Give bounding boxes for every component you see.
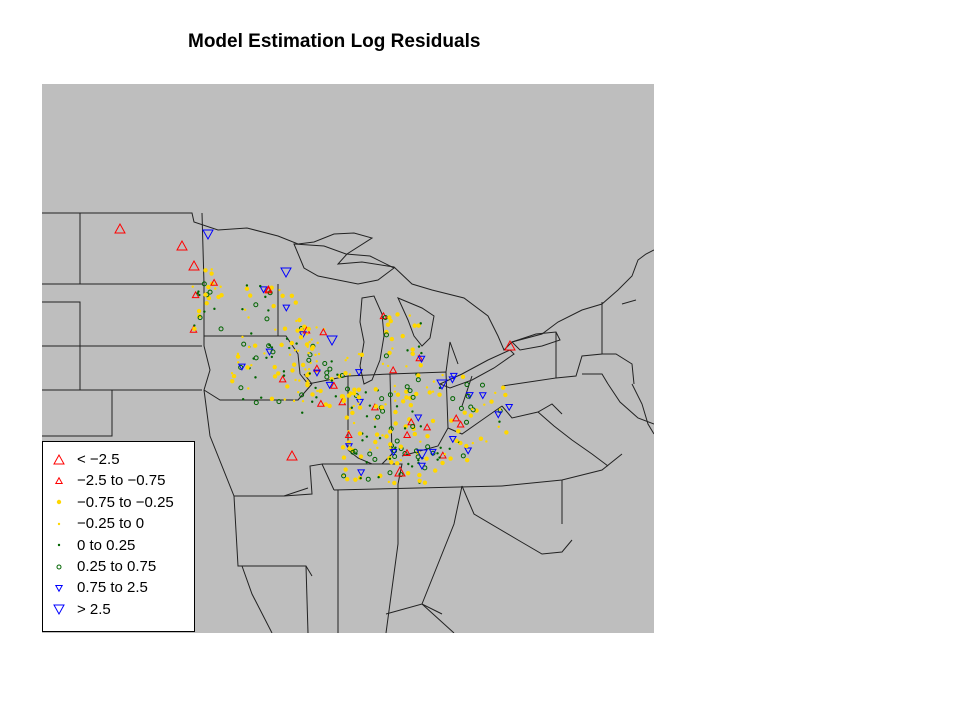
lake-erie [438,349,515,389]
circle-open-marker [56,564,62,569]
triangle-down-marker [54,584,64,593]
lake-michigan [359,295,385,385]
legend-item: < −2.5 [51,449,120,470]
legend-item: > 2.5 [51,599,111,620]
legend-label: < −2.5 [77,451,120,468]
legend-item: −0.75 to −0.25 [51,492,174,513]
lake-ontario [511,331,561,351]
legend-label: −0.75 to −0.25 [77,493,174,511]
legend-item: 0 to 0.25 [51,535,135,556]
legend: < −2.5 −2.5 to −0.75 −0.75 to −0.25 −0.25 t… [42,441,195,632]
legend-label: 0.75 to 2.5 [77,579,148,597]
legend-item: 0.25 to 0.75 [51,556,156,577]
legend-label: −0.25 to 0 [77,515,145,533]
legend-label: 0 to 0.25 [77,536,136,554]
legend-item: −2.5 to −0.75 [51,470,165,491]
legend-label: 0.25 to 0.75 [77,558,157,575]
dot-marker [56,500,62,505]
map-title: Model Estimation Log Residuals [188,31,481,52]
triangle-up-marker [53,453,65,464]
legend-label: −2.5 to −0.75 [77,472,166,490]
dot-marker [57,543,61,547]
triangle-down-marker [53,604,65,616]
triangle-up-marker [54,476,64,484]
legend-item: −0.25 to 0 [51,513,144,534]
dot-marker [57,522,61,525]
lake-huron [397,297,435,347]
legend-label: > 2.5 [77,600,111,618]
legend-item: 0.75 to 2.5 [51,577,148,598]
